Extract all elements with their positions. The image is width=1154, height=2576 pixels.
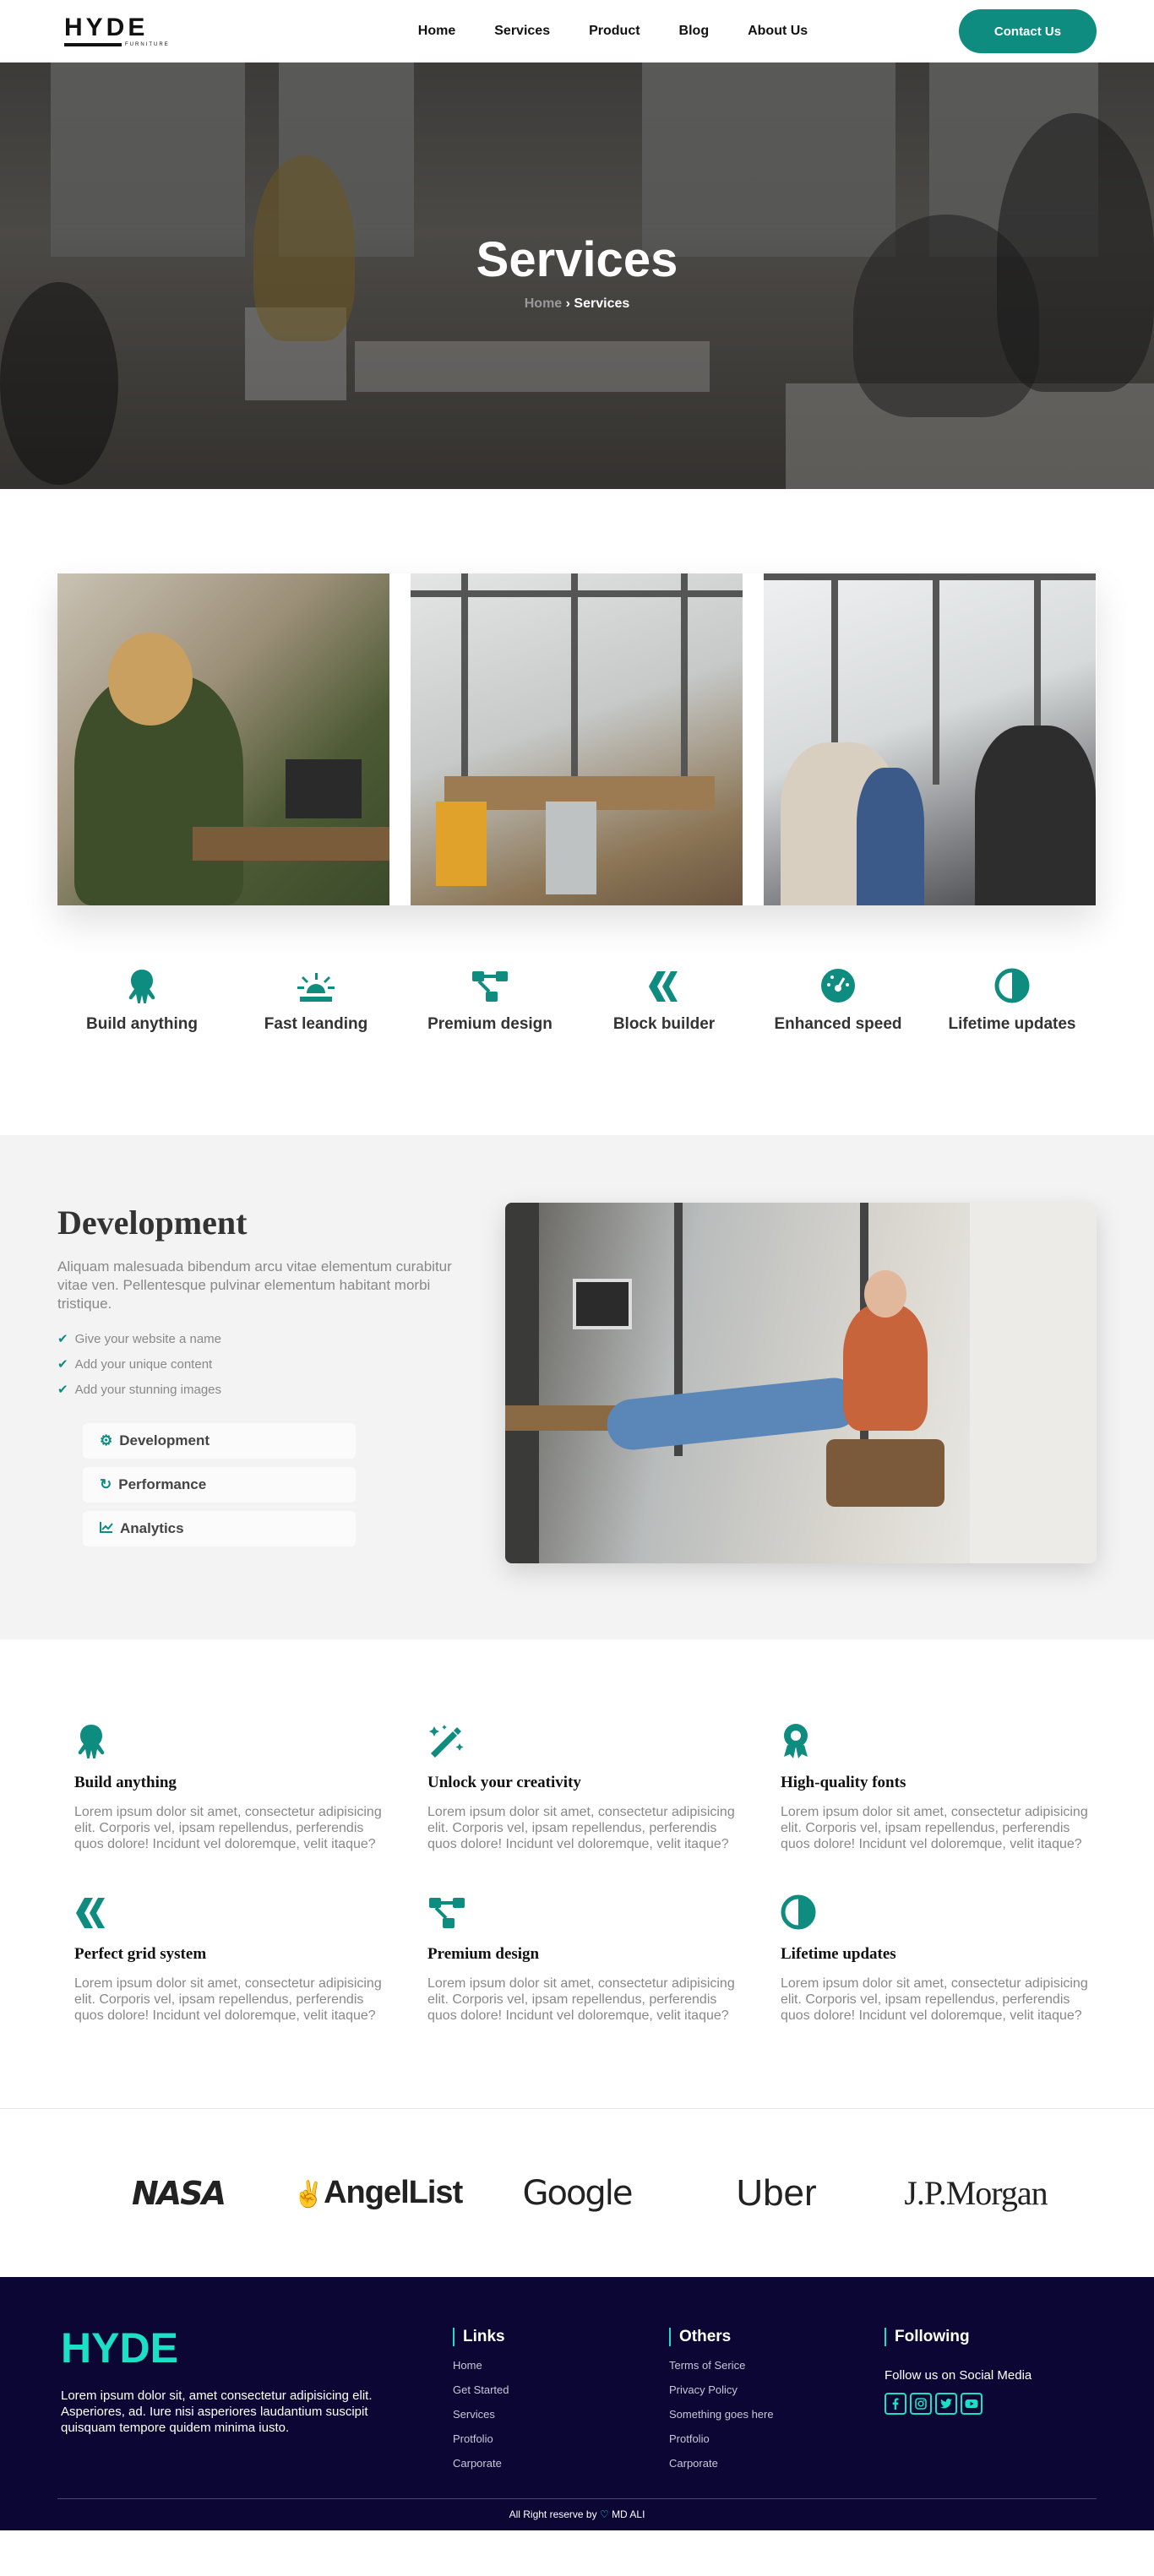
brand-logo-jpmorgan: J.P.Morgan: [904, 2174, 1048, 2212]
footer-following-column: Following Follow us on Social Media: [885, 2328, 1032, 2415]
footer-link-services[interactable]: Services: [453, 2402, 509, 2427]
development-section: Development Aliquam malesuada bibendum a…: [0, 1135, 1154, 1639]
development-description: Aliquam malesuada bibendum arcu vitae el…: [57, 1258, 452, 1312]
card-build-anything: Build anything Lorem ipsum dolor sit ame…: [74, 1720, 394, 1852]
list-item: ✔ Add your stunning images: [57, 1378, 480, 1403]
alarm-light-icon: [231, 965, 400, 1003]
footer-link-protfolio[interactable]: Protfolio: [453, 2427, 509, 2451]
footer-divider: [57, 2498, 1097, 2499]
octopus-icon: [74, 1720, 394, 1758]
brand-logo-nasa: NASA: [132, 2174, 226, 2212]
refresh-icon: ↻: [100, 1476, 112, 1492]
development-title: Development: [57, 1204, 248, 1242]
nav-link-blog[interactable]: Blog: [679, 24, 710, 39]
features-strip: Build anything Fast leanding Premium des…: [57, 965, 1097, 1034]
top-navbar: HYDE FURNITURE Home Services Product Blo…: [0, 0, 1154, 62]
magic-wand-icon: [427, 1720, 747, 1758]
feature-premium-design: Premium design: [406, 965, 574, 1034]
award-icon: [781, 1720, 1100, 1758]
features-grid: Build anything Lorem ipsum dolor sit ame…: [74, 1720, 1154, 2024]
brand-logo-angellist: ✌AngelList: [292, 2175, 463, 2210]
card-high-quality-fonts: High-quality fonts Lorem ipsum dolor sit…: [781, 1720, 1100, 1852]
main-menu: Home Services Product Blog About Us: [418, 24, 808, 39]
feature-lifetime-updates: Lifetime updates: [928, 965, 1097, 1034]
page-title: Services: [476, 232, 678, 287]
contact-us-button[interactable]: Contact Us: [959, 9, 1097, 53]
footer-link-something[interactable]: Something goes here: [669, 2402, 774, 2427]
development-image: [505, 1203, 1097, 1563]
site-logo[interactable]: HYDE FURNITURE: [64, 15, 182, 47]
card-perfect-grid: Perfect grid system Lorem ipsum dolor si…: [74, 1891, 394, 2024]
partner-logos: NASA ✌AngelList Google Uber J.P.Morgan: [0, 2108, 1154, 2277]
nodes-icon: [406, 965, 574, 1003]
feature-block-builder: Block builder: [580, 965, 748, 1034]
card-lifetime-updates: Lifetime updates Lorem ipsum dolor sit a…: [781, 1891, 1100, 2024]
card-unlock-creativity: Unlock your creativity Lorem ipsum dolor…: [427, 1720, 747, 1852]
chart-line-icon: [100, 1520, 113, 1537]
nav-link-home[interactable]: Home: [418, 24, 455, 39]
twitter-icon[interactable]: [935, 2393, 957, 2415]
chevrons-icon: [74, 1891, 394, 1930]
brand-logo-google: Google: [522, 2173, 633, 2213]
gallery-image-woman-laptop: [57, 573, 389, 905]
copyright: All Right reserve by ♡ MD ALI: [509, 2508, 645, 2520]
gear-icon: ⚙: [100, 1432, 113, 1448]
hero-banner: Services Home › Services: [0, 62, 1154, 489]
check-icon: ✔: [57, 1357, 68, 1372]
octopus-icon: [57, 965, 226, 1003]
brand-logo-uber: Uber: [736, 2171, 817, 2214]
list-item: ✔ Give your website a name: [57, 1327, 480, 1352]
card-premium-design: Premium design Lorem ipsum dolor sit ame…: [427, 1891, 747, 2024]
site-footer: HYDE Lorem ipsum dolor sit, amet consect…: [0, 2277, 1154, 2530]
feature-build-anything: Build anything: [57, 965, 226, 1034]
youtube-icon[interactable]: [961, 2393, 983, 2415]
footer-logo[interactable]: HYDE: [61, 2323, 416, 2372]
half-circle-icon: [781, 1891, 1100, 1930]
breadcrumb: Home › Services: [0, 296, 1154, 312]
breadcrumb-home[interactable]: Home: [525, 296, 562, 311]
nav-link-product[interactable]: Product: [589, 24, 640, 39]
footer-description: Lorem ipsum dolor sit, amet consectetur …: [61, 2389, 373, 2435]
list-item: ✔ Add your unique content: [57, 1352, 480, 1378]
checklist: ✔ Give your website a name ✔ Add your uniq…: [57, 1327, 480, 1403]
half-circle-icon: [928, 965, 1097, 1003]
nav-link-about[interactable]: About Us: [748, 24, 808, 39]
social-links: [885, 2393, 1032, 2415]
footer-link-carporate-2[interactable]: Carporate: [669, 2451, 774, 2475]
breadcrumb-current: Services: [574, 296, 630, 311]
footer-links-column: Links Home Get Started Services Protfoli…: [453, 2328, 509, 2475]
nav-link-services[interactable]: Services: [494, 24, 550, 39]
feature-fast-leanding: Fast leanding: [231, 965, 400, 1034]
feature-enhanced-speed: Enhanced speed: [754, 965, 923, 1034]
facebook-icon[interactable]: [885, 2393, 906, 2415]
check-icon: ✔: [57, 1332, 68, 1346]
footer-link-privacy[interactable]: Privacy Policy: [669, 2378, 774, 2402]
nodes-icon: [427, 1891, 747, 1930]
footer-link-terms[interactable]: Terms of Serice: [669, 2353, 774, 2378]
gallery-image-office-meeting: [411, 573, 743, 905]
tab-development[interactable]: ⚙ Development: [83, 1423, 356, 1459]
footer-link-home[interactable]: Home: [453, 2353, 509, 2378]
image-gallery: [57, 573, 1097, 905]
instagram-icon[interactable]: [910, 2393, 932, 2415]
gallery-image-team-highfive: [764, 573, 1096, 905]
chevron-right-icon: ›: [565, 296, 570, 311]
footer-link-carporate[interactable]: Carporate: [453, 2451, 509, 2475]
logo-tagline: FURNITURE: [125, 42, 170, 47]
check-icon: ✔: [57, 1383, 68, 1397]
development-tabs: ⚙ Development ↻ Performance Analytics: [83, 1423, 480, 1546]
speedometer-icon: [754, 965, 923, 1003]
victory-hand-icon: ✌: [292, 2181, 324, 2209]
footer-others-column: Others Terms of Serice Privacy Policy So…: [669, 2328, 774, 2475]
tab-performance[interactable]: ↻ Performance: [83, 1467, 356, 1503]
tab-analytics[interactable]: Analytics: [83, 1511, 356, 1546]
footer-link-protfolio-2[interactable]: Protfolio: [669, 2427, 774, 2451]
heart-icon: ♡: [599, 2508, 609, 2520]
chevrons-icon: [580, 965, 748, 1003]
logo-wordmark: HYDE: [64, 14, 149, 41]
footer-link-get-started[interactable]: Get Started: [453, 2378, 509, 2402]
